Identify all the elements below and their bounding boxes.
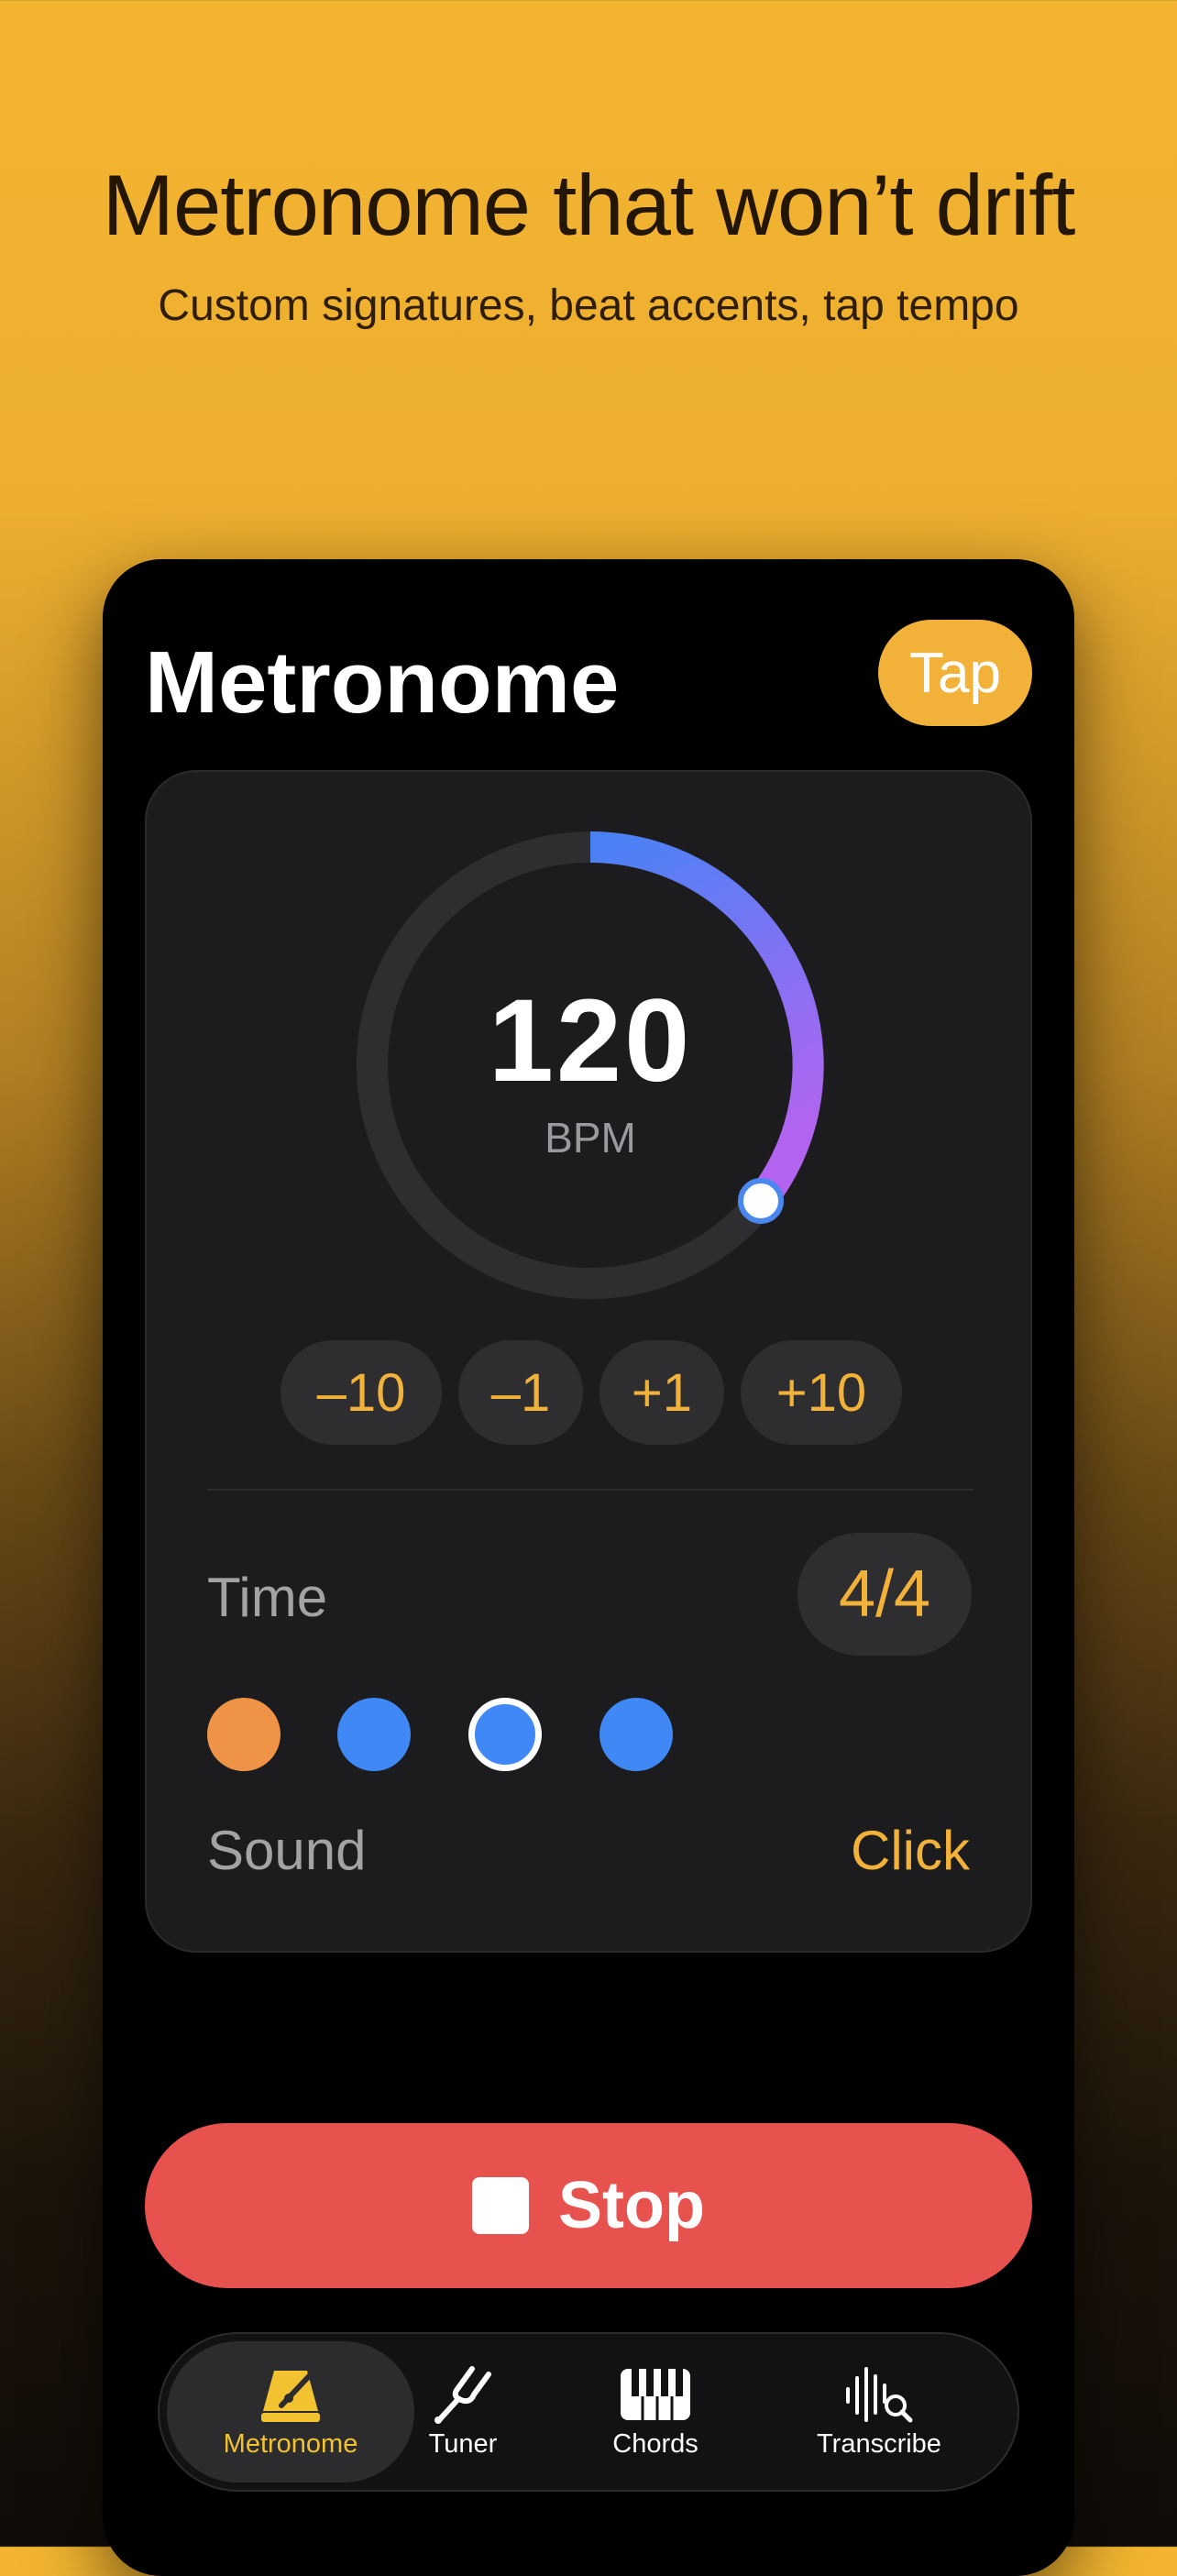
divider [207,1489,974,1491]
bpm-value: 120 [488,975,693,1106]
minus-1-button[interactable]: –1 [458,1340,583,1445]
tab-tuner[interactable]: Tuner [367,2341,559,2482]
tab-transcribe[interactable]: Transcribe [755,2341,1003,2482]
plus-10-button[interactable]: +10 [741,1340,902,1445]
sound-selector[interactable]: Click [851,1819,970,1882]
plus-1-button[interactable]: +1 [600,1340,724,1445]
tab-bar: Metronome Tuner Chords Transcribe [158,2332,1019,2492]
piano-keys-icon [621,2368,690,2420]
stop-icon [472,2177,530,2234]
bpm-unit-label: BPM [544,1114,636,1161]
tuning-fork-icon [434,2365,491,2424]
metronome-icon [261,2370,320,2422]
beat-dot[interactable] [600,1698,673,1771]
time-label: Time [207,1567,328,1628]
minus-10-button[interactable]: –10 [280,1340,442,1445]
beat-dot-current[interactable] [468,1698,542,1771]
phone-screen: Metronome Tap 120 BPM –10 –1 +1 +10 Time… [103,559,1074,2576]
tap-tempo-button[interactable]: Tap [878,620,1032,726]
page-title: Metronome [145,633,620,732]
tempo-stepper-row: –10 –1 +1 +10 [147,1340,1034,1447]
dial-handle[interactable] [738,1178,784,1224]
tab-label: Chords [612,2428,698,2459]
tab-label: Metronome [223,2428,358,2459]
sound-label: Sound [207,1820,367,1881]
tab-label: Transcribe [817,2428,941,2459]
time-signature-button[interactable]: 4/4 [798,1533,972,1656]
marketing-headline: Metronome that won’t drift [102,157,1076,253]
beat-dot[interactable] [337,1698,411,1771]
stop-button[interactable]: Stop [145,2123,1032,2288]
metronome-card: 120 BPM –10 –1 +1 +10 Time 4/4 Sound Cli… [145,770,1032,1953]
tab-chords[interactable]: Chords [559,2341,752,2482]
tab-label: Tuner [428,2428,498,2459]
waveform-search-icon [846,2366,913,2422]
marketing-subhead: Custom signatures, beat accents, tap tem… [158,281,1019,330]
beat-dot-accent[interactable] [207,1698,280,1771]
stop-label: Stop [558,2169,705,2242]
